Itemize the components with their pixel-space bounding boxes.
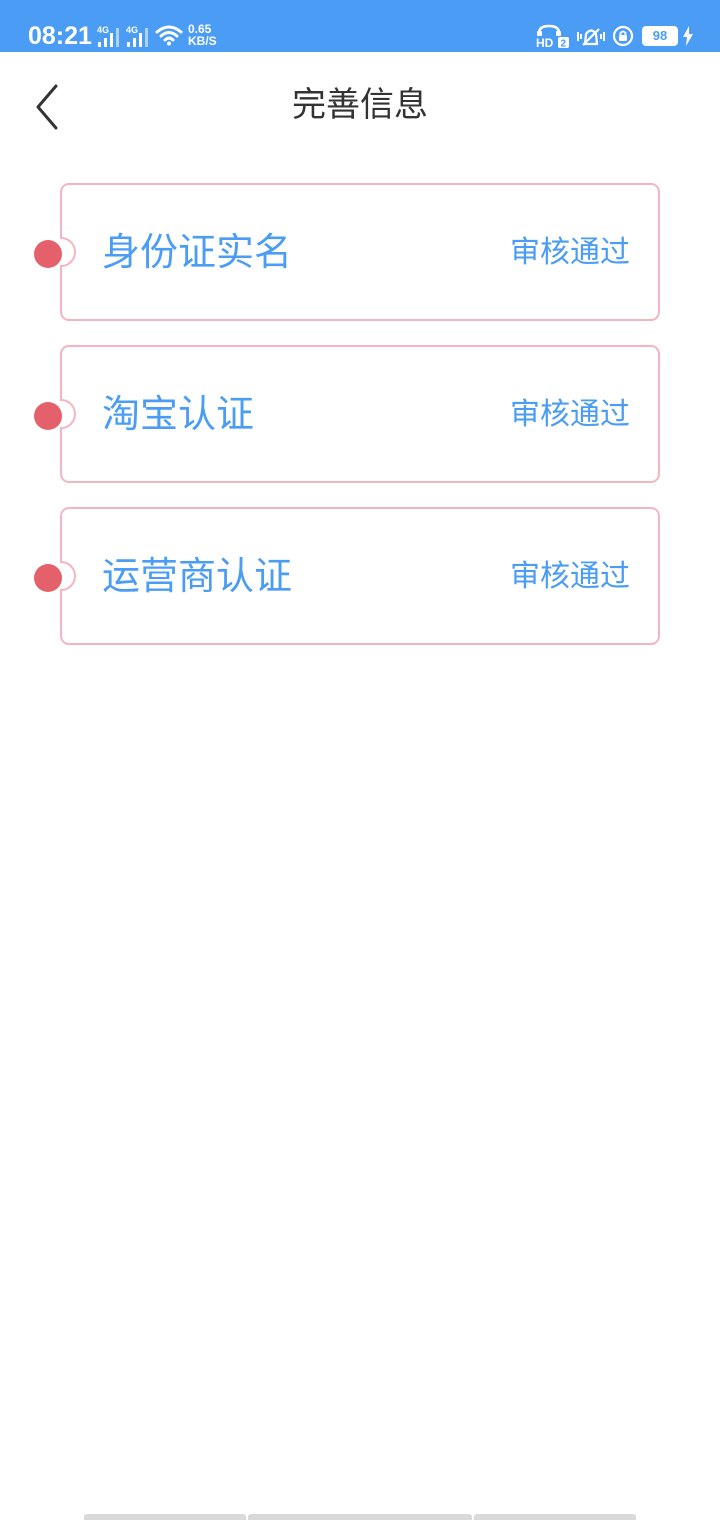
signal-icon: 4G (126, 25, 150, 47)
page-title: 完善信息 (292, 85, 428, 125)
status-time: 08:21 (28, 22, 92, 50)
card-title: 身份证实名 (102, 230, 293, 274)
hd-label: HD (536, 36, 554, 48)
battery-icon: 98 (642, 26, 678, 46)
network-speed: 0.65 KB/S (188, 23, 217, 47)
status-dot (34, 240, 62, 268)
rotation-lock-icon (612, 25, 634, 47)
status-bar: 08:21 4G 4G 0.65 KB/S HD 2 98 (0, 0, 720, 52)
card-status: 审核通过 (510, 397, 630, 432)
status-dot (34, 402, 62, 430)
card-taobao-verification[interactable]: 淘宝认证 审核通过 (34, 345, 660, 483)
wifi-icon (155, 25, 183, 46)
status-dot (34, 564, 62, 592)
nav-bar-segment[interactable] (84, 1514, 246, 1520)
nav-bar-segment[interactable] (248, 1514, 472, 1520)
card-carrier-verification[interactable]: 运营商认证 审核通过 (34, 507, 660, 645)
speed-unit: KB/S (188, 34, 217, 48)
card-title: 运营商认证 (102, 554, 293, 598)
card-status: 审核通过 (510, 559, 630, 594)
card-title: 淘宝认证 (102, 392, 255, 436)
card-status: 审核通过 (510, 235, 630, 270)
top-bar: 完善信息 (0, 52, 720, 160)
hd-sub-label: 2 (561, 39, 567, 49)
nav-bar-segment[interactable] (474, 1514, 636, 1520)
signal-icon: 4G (97, 25, 121, 47)
card-id-verification[interactable]: 身份证实名 审核通过 (34, 183, 660, 321)
charging-icon (683, 26, 693, 46)
battery-level: 98 (652, 28, 668, 43)
hd-voice-icon: HD 2 (536, 24, 570, 50)
vibrate-icon (577, 28, 605, 46)
